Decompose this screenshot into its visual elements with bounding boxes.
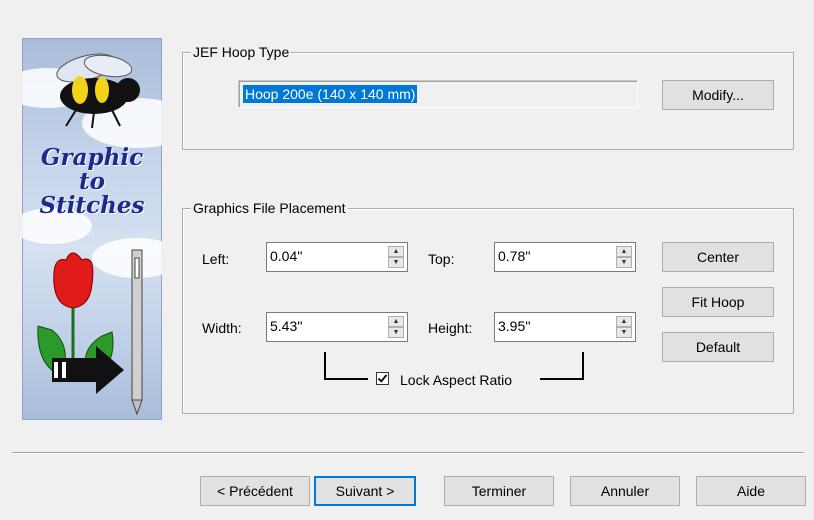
help-button[interactable]: Aide — [696, 476, 806, 506]
left-value[interactable]: 0.04'' — [270, 248, 303, 264]
width-value[interactable]: 5.43'' — [270, 318, 303, 334]
height-label: Height: — [428, 320, 473, 336]
cancel-button[interactable]: Annuler — [570, 476, 680, 506]
finish-button[interactable]: Terminer — [444, 476, 554, 506]
placement-group-title: Graphics File Placement — [191, 200, 348, 216]
height-spin-up[interactable]: ▲ — [616, 316, 632, 327]
previous-button[interactable]: < Précédent — [200, 476, 310, 506]
width-spin-up[interactable]: ▲ — [388, 316, 404, 327]
top-spin-arrows[interactable]: ▲ ▼ — [616, 246, 632, 268]
next-button[interactable]: Suivant > — [314, 476, 416, 506]
hoop-type-field[interactable]: Hoop 200e (140 x 140 mm) — [238, 80, 638, 108]
fit-hoop-button[interactable]: Fit Hoop — [662, 287, 774, 317]
center-button[interactable]: Center — [662, 242, 774, 272]
banner-title-line-1: Graphic — [40, 144, 144, 171]
hoop-type-group-title: JEF Hoop Type — [191, 44, 292, 60]
top-spin-down[interactable]: ▼ — [616, 257, 632, 268]
left-spin-down[interactable]: ▼ — [388, 257, 404, 268]
wizard-banner: Graphic to Stitches — [22, 38, 162, 420]
lock-aspect-ratio-label[interactable]: Lock Aspect Ratio — [400, 372, 512, 388]
lock-bracket-left-horizontal — [324, 378, 368, 380]
height-spin-field[interactable]: 3.95'' ▲ ▼ — [494, 312, 636, 342]
lock-bracket-right-horizontal — [540, 378, 584, 380]
height-spin-down[interactable]: ▼ — [616, 327, 632, 338]
banner-title-line-3: Stitches — [39, 192, 145, 219]
default-button[interactable]: Default — [662, 332, 774, 362]
width-spin-field[interactable]: 5.43'' ▲ ▼ — [266, 312, 408, 342]
width-spin-arrows[interactable]: ▲ ▼ — [388, 316, 404, 338]
lock-bracket-left-vertical — [324, 352, 326, 380]
hoop-type-selected-text[interactable]: Hoop 200e (140 x 140 mm) — [243, 85, 418, 103]
height-value[interactable]: 3.95'' — [498, 318, 531, 334]
lock-bracket-right-vertical — [582, 352, 584, 380]
top-spin-up[interactable]: ▲ — [616, 246, 632, 257]
height-spin-arrows[interactable]: ▲ ▼ — [616, 316, 632, 338]
top-label: Top: — [428, 251, 455, 267]
lock-aspect-ratio-checkbox[interactable] — [376, 372, 389, 385]
width-spin-down[interactable]: ▼ — [388, 327, 404, 338]
checkmark-icon — [377, 374, 388, 383]
footer-separator — [12, 452, 804, 454]
banner-title-line-2: to — [79, 168, 105, 195]
left-spin-arrows[interactable]: ▲ ▼ — [388, 246, 404, 268]
modify-button[interactable]: Modify... — [662, 80, 774, 110]
top-spin-field[interactable]: 0.78'' ▲ ▼ — [494, 242, 636, 272]
left-label: Left: — [202, 251, 230, 267]
left-spin-up[interactable]: ▲ — [388, 246, 404, 257]
left-spin-field[interactable]: 0.04'' ▲ ▼ — [266, 242, 408, 272]
tulip-needle-icon — [37, 249, 143, 416]
width-label: Width: — [202, 320, 242, 336]
bee-icon — [56, 53, 140, 129]
top-value[interactable]: 0.78'' — [498, 248, 531, 264]
